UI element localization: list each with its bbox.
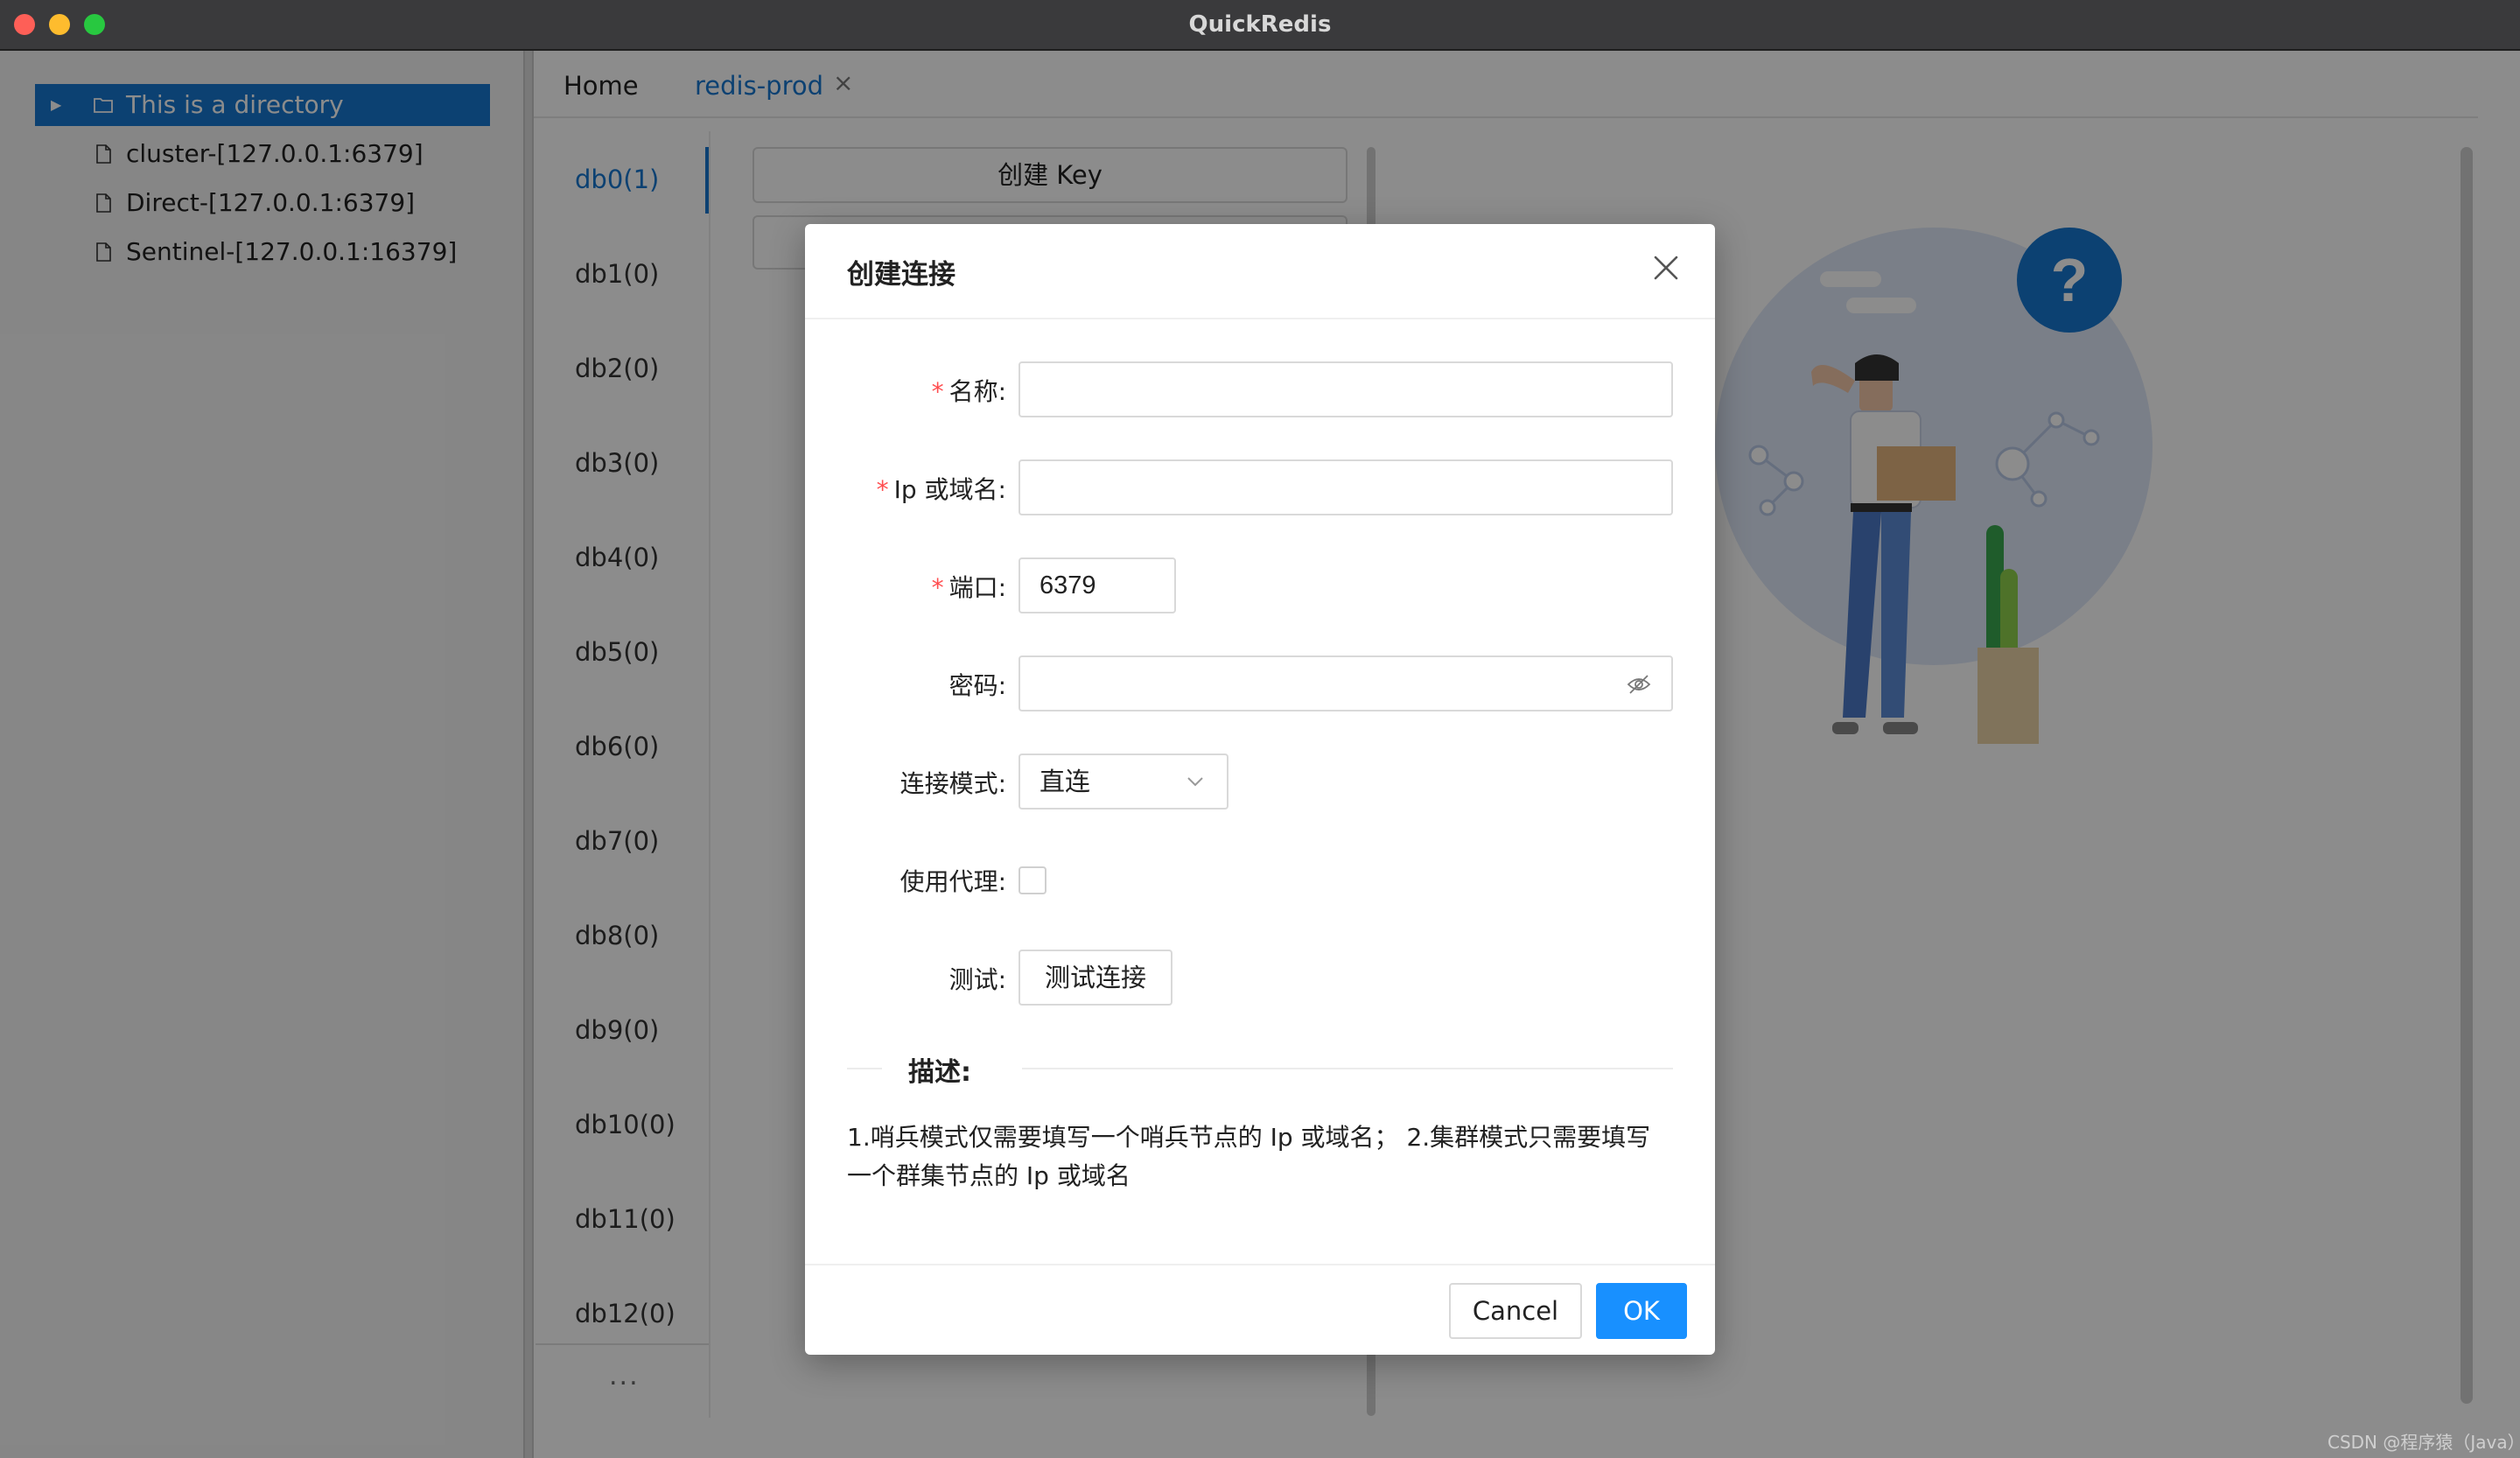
proxy-checkbox[interactable] — [1018, 866, 1046, 894]
password-label: 密码: — [948, 671, 1006, 700]
test-label: 测试: — [948, 965, 1006, 994]
window-title: QuickRedis — [1188, 11, 1332, 38]
host-input[interactable] — [1018, 459, 1673, 515]
port-input[interactable] — [1018, 557, 1176, 613]
create-connection-dialog: 创建连接 *名称: *Ip 或域名: *端口: 密码: 连接模式: 直连 使用代… — [805, 224, 1715, 1355]
host-label: * Ip 或域名: — [876, 475, 1006, 504]
chevron-down-icon — [1187, 777, 1203, 787]
description-divider — [847, 1068, 882, 1069]
description-title: 描述: — [908, 1057, 971, 1088]
mode-label: 连接模式: — [900, 769, 1006, 798]
eye-invisible-icon[interactable] — [1626, 671, 1652, 697]
description-divider — [1022, 1068, 1673, 1069]
cancel-button[interactable]: Cancel — [1449, 1283, 1582, 1339]
required-mark: * — [931, 377, 944, 406]
port-label: * 端口: — [931, 573, 1006, 602]
proxy-label: 使用代理: — [900, 867, 1006, 896]
close-icon[interactable] — [1650, 252, 1682, 284]
watermark: CSDN @程序猿（Java） — [2328, 1432, 2520, 1453]
name-input[interactable] — [1018, 361, 1673, 417]
password-input[interactable] — [1018, 655, 1673, 711]
description-text: 1.哨兵模式仅需要填写一个哨兵节点的 Ip 或域名； 2.集群模式只需要填写一个… — [847, 1123, 1651, 1190]
ok-button[interactable]: OK — [1596, 1283, 1687, 1339]
dialog-title: 创建连接 — [847, 259, 956, 291]
mode-select[interactable]: 直连 — [1018, 754, 1228, 810]
test-connection-button[interactable]: 测试连接 — [1018, 950, 1172, 1006]
dialog-footer-divider — [805, 1264, 1715, 1265]
dialog-header-divider — [805, 318, 1715, 319]
mode-select-value: 直连 — [1040, 767, 1091, 796]
required-mark: * — [876, 475, 889, 504]
required-mark: * — [931, 573, 944, 602]
name-label: * 名称: — [931, 377, 1006, 406]
